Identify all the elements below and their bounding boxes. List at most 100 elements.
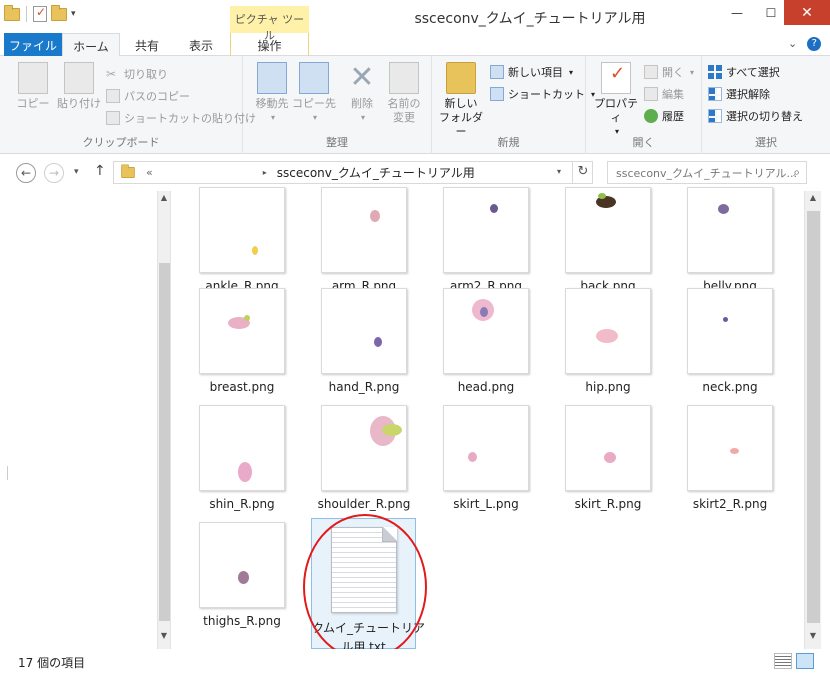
select-all-button[interactable]: すべて選択 bbox=[708, 62, 780, 82]
rename-label-line2: 変更 bbox=[393, 111, 415, 124]
select-none-button[interactable]: 選択解除 bbox=[708, 84, 770, 104]
scroll-up-icon[interactable]: ▲ bbox=[807, 193, 819, 209]
new-item-dropdown-icon: ▾ bbox=[569, 67, 574, 77]
file-item[interactable]: skirt_R.png bbox=[550, 405, 666, 511]
file-item[interactable]: arm_R.png bbox=[306, 187, 422, 293]
refresh-button[interactable]: ↻ bbox=[572, 162, 593, 183]
ribbon-right-controls: ⌄ ? bbox=[788, 37, 822, 51]
folder-icon[interactable] bbox=[4, 4, 20, 21]
copy-icon bbox=[18, 62, 48, 94]
scrollbar-thumb[interactable] bbox=[807, 211, 820, 623]
file-item[interactable]: shoulder_R.png bbox=[306, 405, 422, 511]
search-input[interactable]: ssceconv_クムイ_チュートリアル... ⌕ bbox=[607, 161, 807, 184]
properties-button[interactable]: ✓ プロパティ ▾ bbox=[590, 60, 642, 139]
file-thumbnail bbox=[321, 405, 407, 491]
move-to-button[interactable]: 移動先 ▾ bbox=[249, 60, 295, 125]
customize-toolbar-icon[interactable]: ▾ bbox=[71, 9, 76, 19]
open-button[interactable]: 開く ▾ bbox=[644, 62, 694, 82]
file-name: breast.png bbox=[209, 380, 275, 394]
file-item[interactable]: hip.png bbox=[550, 288, 666, 394]
tab-view[interactable]: 表示 bbox=[176, 33, 226, 56]
back-button[interactable]: ← bbox=[16, 163, 36, 183]
invert-selection-button[interactable]: 選択の切り替え bbox=[708, 106, 803, 126]
details-view-icon[interactable] bbox=[774, 653, 792, 669]
cut-button[interactable]: ✂ 切り取り bbox=[106, 64, 168, 84]
navigation-pane-scrollbar[interactable]: ▲ ▼ bbox=[157, 191, 171, 649]
copy-button[interactable]: コピー bbox=[10, 60, 56, 111]
text-document-icon bbox=[330, 527, 397, 613]
organize-group-label: 整理 bbox=[326, 136, 348, 149]
file-item[interactable]: back.png bbox=[550, 187, 666, 293]
scrollbar-thumb[interactable] bbox=[159, 263, 170, 621]
scroll-down-icon[interactable]: ▼ bbox=[807, 631, 819, 647]
text-file-name-line1: クムイ_チュートリア bbox=[312, 621, 426, 635]
search-placeholder: ssceconv_クムイ_チュートリアル... bbox=[616, 166, 798, 180]
file-item[interactable]: breast.png bbox=[184, 288, 300, 394]
ribbon: コピー 貼り付け ✂ 切り取り パスのコピー ショートカットの貼り付け クリップ… bbox=[0, 56, 830, 154]
file-item[interactable]: belly.png bbox=[672, 187, 788, 293]
tab-share[interactable]: 共有 bbox=[122, 33, 172, 56]
file-item[interactable]: skirt2_R.png bbox=[672, 405, 788, 511]
file-list-scrollbar[interactable]: ▲ ▼ bbox=[804, 191, 821, 649]
breadcrumb-separator-icon[interactable]: ▸ bbox=[263, 168, 267, 177]
open-icon bbox=[644, 65, 658, 79]
minimize-button[interactable]: — bbox=[720, 0, 754, 25]
file-name: hand_R.png bbox=[328, 380, 400, 394]
maximize-button[interactable]: ☐ bbox=[756, 0, 786, 25]
open-dropdown-icon: ▾ bbox=[690, 67, 695, 77]
scroll-up-icon[interactable]: ▲ bbox=[158, 193, 170, 209]
pane-resize-handle[interactable] bbox=[7, 466, 10, 480]
properties-icon[interactable] bbox=[33, 5, 47, 22]
address-dropdown-icon[interactable]: ▾ bbox=[557, 167, 561, 176]
tab-file[interactable]: ファイル bbox=[4, 33, 62, 56]
scissors-icon: ✂ bbox=[106, 67, 117, 81]
ribbon-tabs: ファイル ホーム 共有 表示 操作 ⌄ ? bbox=[0, 33, 830, 57]
file-item[interactable]: arm2_R.png bbox=[428, 187, 544, 293]
new-folder-button[interactable]: 新しい フォルダー bbox=[436, 60, 486, 139]
rename-button[interactable]: 名前の 変更 bbox=[381, 60, 427, 125]
address-overflow-chevron[interactable]: « bbox=[146, 166, 153, 179]
item-count: 17 個の項目 bbox=[18, 656, 86, 670]
up-button[interactable]: ↑ bbox=[94, 163, 106, 179]
file-thumbnail bbox=[687, 187, 773, 273]
expand-ribbon-icon[interactable]: ⌄ bbox=[788, 37, 797, 51]
easy-access-button[interactable]: ショートカット ▾ bbox=[490, 84, 595, 104]
text-file-item[interactable]: クムイ_チュートリア ル用.txt bbox=[311, 518, 426, 654]
file-item[interactable]: ankle_R.png bbox=[184, 187, 300, 293]
navigation-pane[interactable] bbox=[0, 191, 157, 649]
breadcrumb-current-folder[interactable]: ssceconv_クムイ_チュートリアル用 bbox=[277, 164, 475, 181]
tab-home[interactable]: ホーム bbox=[62, 33, 120, 57]
edit-button[interactable]: 編集 bbox=[644, 84, 684, 104]
select-group-label: 選択 bbox=[755, 136, 777, 149]
tab-manage[interactable]: 操作 bbox=[230, 33, 309, 56]
scroll-down-icon[interactable]: ▼ bbox=[158, 631, 170, 647]
new-folder-icon[interactable] bbox=[51, 4, 67, 21]
copy-to-button[interactable]: コピー先 ▾ bbox=[291, 60, 337, 125]
close-button[interactable]: ✕ bbox=[784, 0, 830, 25]
help-icon[interactable]: ? bbox=[807, 37, 822, 51]
status-bar: 17 個の項目 bbox=[0, 649, 830, 679]
file-item[interactable]: shin_R.png bbox=[184, 405, 300, 511]
file-item[interactable]: hand_R.png bbox=[306, 288, 422, 394]
large-icons-view-icon[interactable] bbox=[796, 653, 814, 669]
copy-path-button[interactable]: パスのコピー bbox=[106, 86, 190, 106]
recent-locations-icon[interactable]: ▾ bbox=[74, 167, 79, 177]
delete-button[interactable]: ✕ 削除 ▾ bbox=[339, 60, 385, 125]
copy-path-icon bbox=[106, 89, 120, 103]
history-button[interactable]: 履歴 bbox=[644, 106, 684, 126]
file-item[interactable]: skirt_L.png bbox=[428, 405, 544, 511]
file-name: hip.png bbox=[585, 380, 631, 394]
shortcut-icon bbox=[490, 87, 504, 101]
file-thumbnail bbox=[321, 187, 407, 273]
address-bar[interactable]: « ▸ ssceconv_クムイ_チュートリアル用 ▾ ↻ bbox=[113, 161, 593, 184]
file-item[interactable]: head.png bbox=[428, 288, 544, 394]
select-all-icon bbox=[708, 65, 722, 79]
file-item[interactable]: thighs_R.png bbox=[184, 522, 300, 628]
forward-button[interactable]: → bbox=[44, 163, 64, 183]
file-item[interactable]: neck.png bbox=[672, 288, 788, 394]
file-thumbnail bbox=[565, 405, 651, 491]
new-item-button[interactable]: 新しい項目 ▾ bbox=[490, 62, 573, 82]
file-thumbnail bbox=[199, 522, 285, 608]
paste-shortcut-button[interactable]: ショートカットの貼り付け bbox=[106, 108, 256, 128]
paste-button[interactable]: 貼り付け bbox=[55, 60, 103, 111]
